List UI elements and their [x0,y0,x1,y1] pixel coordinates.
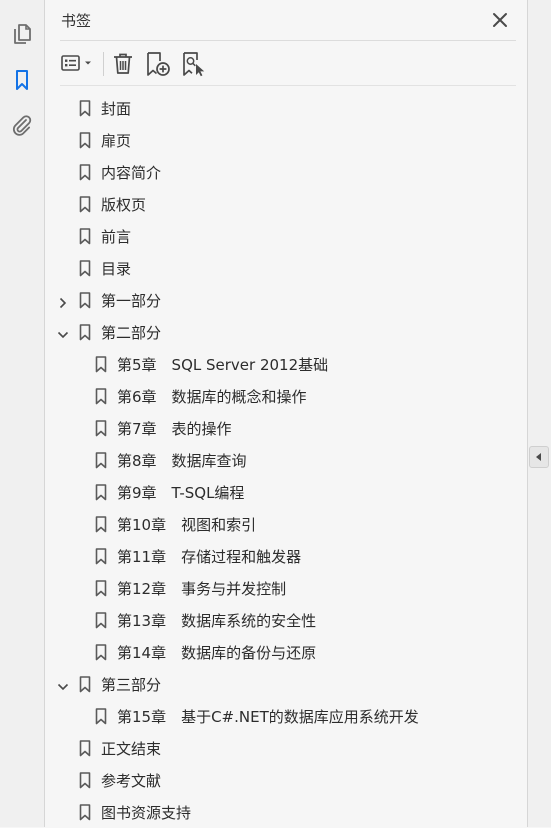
bookmark-item[interactable]: 版权页 [45,188,515,220]
bookmark-icon [16,70,28,90]
collapse-panel-button[interactable] [529,446,549,468]
bookmark-label: 目录 [101,260,132,278]
bookmark-icon [79,164,91,181]
paperclip-icon [12,115,32,136]
document-pane-edge [527,0,551,827]
chevron-down-icon[interactable] [57,326,69,339]
bookmark-label: 内容简介 [101,164,162,182]
title-divider [60,40,516,41]
bookmark-label: 第6章 数据库的概念和操作 [117,388,307,406]
bookmark-icon [95,452,107,469]
bookmark-label: 第11章 存储过程和触发器 [117,548,302,566]
bookmark-icon [79,740,91,757]
bookmark-label: 第10章 视图和索引 [117,516,257,534]
bookmark-label: 第13章 数据库系统的安全性 [117,612,317,630]
chevron-down-icon[interactable] [57,678,69,691]
new-bookmark-from-selection-button[interactable] [179,50,209,78]
bookmark-item[interactable]: 第二部分 [45,316,515,348]
attachments-panel-button[interactable] [10,114,34,138]
bookmark-label: 第14章 数据库的备份与还原 [117,644,317,662]
bookmark-label: 第12章 事务与并发控制 [117,580,287,598]
bookmark-item[interactable]: 第三部分 [45,668,515,700]
bookmark-label: 正文结束 [101,740,162,758]
bookmark-icon [79,100,91,117]
bookmark-item[interactable]: 前言 [45,220,515,252]
bookmark-add-icon [147,52,170,76]
bookmark-label: 第8章 数据库查询 [117,452,247,470]
bookmarks-panel-button[interactable] [10,68,34,92]
new-bookmark-button[interactable] [143,50,173,78]
bookmark-item[interactable]: 图书资源支持 [45,796,515,828]
pages-panel-button[interactable] [10,22,34,46]
bookmark-label: 第一部分 [101,292,162,310]
bookmark-icon [95,548,107,565]
bookmark-item[interactable]: 第一部分 [45,284,515,316]
bookmark-label: 第三部分 [101,676,162,694]
options-menu-button[interactable] [59,50,99,78]
bookmark-icon [79,772,91,789]
bookmark-icon [79,804,91,821]
bookmark-label: 扉页 [101,132,132,150]
panel-title: 书签 [61,12,92,30]
bookmark-label: 第二部分 [101,324,162,342]
bookmark-icon [95,708,107,725]
bookmark-label: 第9章 T-SQL编程 [117,484,245,502]
bookmark-item[interactable]: 封面 [45,92,515,124]
bookmark-icon [79,228,91,245]
options-list-icon [61,55,91,71]
caret-left-icon [536,453,541,461]
bookmark-item[interactable]: 第10章 视图和索引 [45,508,515,540]
toolbar-divider [103,52,104,76]
bookmark-item[interactable]: 第5章 SQL Server 2012基础 [45,348,515,380]
bookmark-item[interactable]: 第15章 基于C#.NET的数据库应用系统开发 [45,700,515,732]
close-icon [493,13,507,27]
bookmark-item[interactable]: 目录 [45,252,515,284]
bookmark-icon [95,516,107,533]
bookmark-icon [95,420,107,437]
bookmark-item[interactable]: 第8章 数据库查询 [45,444,515,476]
close-button[interactable] [490,10,510,30]
bookmark-item[interactable]: 内容简介 [45,156,515,188]
bookmark-icon [79,324,91,341]
bookmark-item[interactable]: 参考文献 [45,764,515,796]
bookmark-label: 图书资源支持 [101,804,192,822]
bookmark-label: 前言 [101,228,132,246]
delete-bookmark-button[interactable] [109,50,137,78]
bookmark-label: 版权页 [101,196,147,214]
bookmark-icon [79,132,91,149]
bookmark-item[interactable]: 第9章 T-SQL编程 [45,476,515,508]
toolbar-bottom-divider [60,85,516,86]
bookmark-item[interactable]: 第6章 数据库的概念和操作 [45,380,515,412]
trash-icon [114,53,132,74]
bookmark-label: 封面 [101,100,132,118]
bookmark-icon [95,388,107,405]
bookmark-icon [79,196,91,213]
bookmark-icon [95,356,107,373]
bookmark-search-icon [183,52,205,77]
bookmark-icon [95,644,107,661]
bookmark-icon [95,580,107,597]
bookmarks-panel: 书签 封面 扉页 内容简介 版权页 前言 目录 第一部分 第二部分 第5章 SQ… [45,0,527,827]
bookmark-item[interactable]: 第7章 表的操作 [45,412,515,444]
bookmark-item[interactable]: 正文结束 [45,732,515,764]
bookmark-icon [79,260,91,277]
bookmark-label: 第5章 SQL Server 2012基础 [117,356,329,374]
bookmark-icon [95,484,107,501]
bookmark-label: 参考文献 [101,772,162,790]
bookmark-icon [95,612,107,629]
chevron-right-icon[interactable] [57,294,69,309]
bookmark-item[interactable]: 第12章 事务与并发控制 [45,572,515,604]
bookmark-item[interactable]: 第14章 数据库的备份与还原 [45,636,515,668]
left-nav-rail [0,0,45,827]
bookmark-item[interactable]: 扉页 [45,124,515,156]
bookmark-item[interactable]: 第13章 数据库系统的安全性 [45,604,515,636]
bookmark-label: 第7章 表的操作 [117,420,232,438]
bookmark-label: 第15章 基于C#.NET的数据库应用系统开发 [117,708,419,726]
bookmark-item[interactable]: 第11章 存储过程和触发器 [45,540,515,572]
copy-pages-icon [14,24,31,44]
bookmark-icon [79,676,91,693]
bookmark-icon [79,292,91,309]
